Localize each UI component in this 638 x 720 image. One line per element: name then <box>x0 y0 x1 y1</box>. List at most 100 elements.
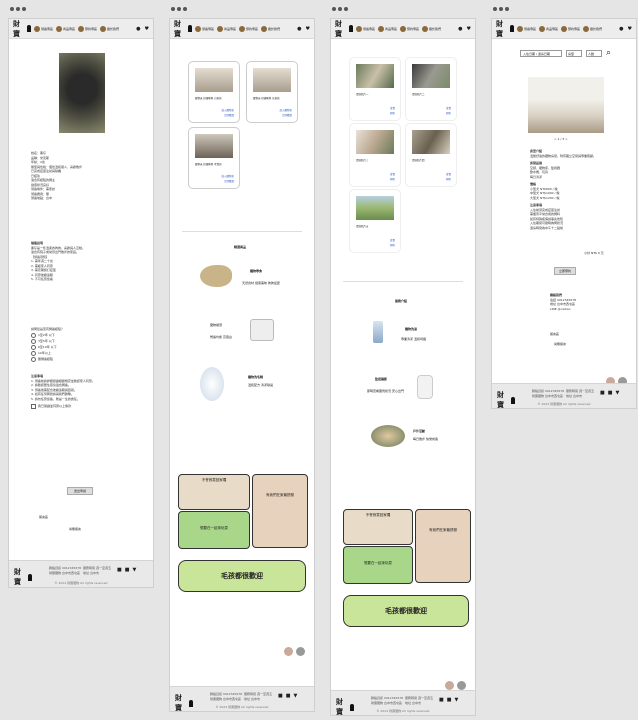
radio-option[interactable]: 10年以上 <box>31 350 64 356</box>
gallery-image <box>412 64 450 88</box>
chat-avatar-icon[interactable] <box>284 647 293 656</box>
ig-icon[interactable]: ■ <box>447 697 452 703</box>
dog-logo-icon <box>187 25 192 32</box>
product-image <box>195 134 233 158</box>
book-link[interactable]: 預約 <box>446 111 451 115</box>
nav-item[interactable]: 預約專區 <box>239 25 258 32</box>
nav-item[interactable]: 預約專區 <box>78 25 97 32</box>
ig-icon[interactable]: ■ <box>608 390 613 396</box>
nav-item[interactable]: 關於我們 <box>261 25 280 32</box>
nav-item[interactable]: 預約專區 <box>400 25 419 32</box>
line-icon[interactable]: ▼ <box>615 390 619 396</box>
chat-bubble-icon[interactable] <box>457 681 466 690</box>
chat-bubble-icon[interactable] <box>296 647 305 656</box>
nav-item[interactable]: 商品專區 <box>56 25 75 32</box>
footer-logo[interactable]: 財寶 <box>336 697 354 715</box>
product-card[interactable]: 寵物床 舒適睡墊 木質款 加入購物車 立即購買 <box>188 127 240 189</box>
nav-item[interactable]: 商品專區 <box>539 25 558 32</box>
view-link[interactable]: 查看 <box>390 238 395 242</box>
book-link[interactable]: 預約 <box>390 111 395 115</box>
heart-icon[interactable]: ♥ <box>628 26 632 32</box>
user-icon[interactable]: ● <box>297 26 301 32</box>
dog-logo-icon <box>348 25 353 32</box>
date-input[interactable]: 入住日期 / 退房日期 <box>520 50 562 57</box>
radio-option[interactable]: 1至2年 以下 <box>31 332 64 338</box>
user-icon[interactable]: ● <box>136 26 140 32</box>
logo[interactable]: 財寶 <box>496 19 514 39</box>
logo[interactable]: 財寶 <box>335 19 353 39</box>
nav-item[interactable]: 關於我們 <box>583 25 602 32</box>
fb-icon[interactable]: ■ <box>600 390 605 396</box>
buy-now-link[interactable]: 立即購買 <box>224 113 234 117</box>
view-link[interactable]: 查看 <box>390 106 395 110</box>
view-link[interactable]: 查看 <box>446 106 451 110</box>
user-icon[interactable]: ● <box>458 26 462 32</box>
search-icon[interactable]: ⌕ <box>606 48 611 58</box>
header: 財寶 領養專區 商品專區 預約專區 關於我們 ● ♥ <box>331 19 475 39</box>
submit-button[interactable]: 送出申請 <box>67 487 93 495</box>
view-link[interactable]: 查看 <box>390 172 395 176</box>
footer-logo[interactable]: 財寶 <box>497 390 515 408</box>
buy-now-link[interactable]: 立即購買 <box>224 179 234 183</box>
copyright: © 2024 財寶寵物 All rights reserved <box>215 705 269 709</box>
add-to-cart-link[interactable]: 加入購物車 <box>221 174 234 178</box>
nav-item[interactable]: 領養專區 <box>195 25 214 32</box>
fb-icon[interactable]: ■ <box>278 693 283 699</box>
gallery-card[interactable]: 環境照片四 查看 預約 <box>405 123 457 187</box>
nav-item[interactable]: 領養專區 <box>356 25 375 32</box>
product-image <box>253 68 291 92</box>
guests-select[interactable]: 人數 <box>586 50 602 57</box>
gallery-caption: 環境照片一 <box>356 93 369 96</box>
book-link[interactable]: 預約 <box>390 177 395 181</box>
fb-icon[interactable]: ■ <box>117 567 122 573</box>
fb-icon[interactable]: ■ <box>439 697 444 703</box>
gallery-card[interactable]: 環境照片二 查看 預約 <box>405 57 457 121</box>
dog-logo-icon <box>27 573 32 581</box>
chat-avatar-icon[interactable] <box>445 681 454 690</box>
footer: 財寶 聯絡資訊 0912345678 財寶寵物 台中市西屯區 服務時間 週一至週五… <box>170 686 314 711</box>
radio-option[interactable]: 3至5年 以下 <box>31 338 64 344</box>
nav-item[interactable]: 商品專區 <box>378 25 397 32</box>
gallery-card[interactable]: 環境照片五 查看 預約 <box>349 189 401 253</box>
book-link[interactable]: 預約 <box>446 177 451 181</box>
add-to-cart-link[interactable]: 加入購物車 <box>221 108 234 112</box>
radio-option[interactable]: 6至10年 以下 <box>31 344 64 350</box>
view-link[interactable]: 查看 <box>446 172 451 176</box>
ig-icon[interactable]: ■ <box>286 693 291 699</box>
heart-icon[interactable]: ♥ <box>467 26 471 32</box>
nav-avatar-icon <box>217 25 224 32</box>
room-type-select[interactable]: 房型 <box>566 50 582 57</box>
book-link[interactable]: 預約 <box>390 243 395 247</box>
nav-item[interactable]: 領養專區 <box>517 25 536 32</box>
footer-logo[interactable]: 財寶 <box>175 693 193 711</box>
notes: 注意事項 1. 領養前請詳細閱讀相關規定並確認家人同意。 2. 請確認居住環境適合… <box>31 374 135 410</box>
nav-item[interactable]: 領養專區 <box>34 25 53 32</box>
buy-now-link[interactable]: 立即購買 <box>282 113 292 117</box>
comment-hint: 尚無留言 <box>69 527 82 531</box>
line-icon[interactable]: ▼ <box>454 697 458 703</box>
ig-icon[interactable]: ■ <box>125 567 130 573</box>
book-now-button[interactable]: 立即預約 <box>554 267 576 275</box>
photo-pager[interactable]: < 1 / 3 > <box>554 137 568 141</box>
footer-contact: 聯絡資訊 0912345678 財寶寵物 台中市西屯區 <box>371 696 404 705</box>
heart-icon[interactable]: ♥ <box>145 26 149 32</box>
product-card[interactable]: 寵物床 舒適睡墊 灰色款 加入購物車 立即購買 <box>246 61 298 123</box>
radio-option[interactable]: 無飼養經驗 <box>31 356 64 362</box>
user-icon[interactable]: ● <box>619 26 623 32</box>
gallery-card[interactable]: 環境照片三 查看 預約 <box>349 123 401 187</box>
nav-item[interactable]: 關於我們 <box>422 25 441 32</box>
nav-item[interactable]: 商品專區 <box>217 25 236 32</box>
gallery-caption: 環境照片四 <box>412 159 425 162</box>
add-to-cart-link[interactable]: 加入購物車 <box>279 108 292 112</box>
nav-item[interactable]: 預約專區 <box>561 25 580 32</box>
gallery-card[interactable]: 環境照片一 查看 預約 <box>349 57 401 121</box>
logo[interactable]: 財寶 <box>174 19 192 39</box>
nav-item[interactable]: 關於我們 <box>100 25 119 32</box>
line-icon[interactable]: ▼ <box>293 693 297 699</box>
heart-icon[interactable]: ♥ <box>306 26 310 32</box>
logo[interactable]: 財寶 <box>13 19 31 39</box>
agree-checkbox[interactable]: 我已閱讀並同意以上條款 <box>31 404 135 409</box>
footer-hours: 服務時間 週一至週五 地址 台中市 <box>83 566 111 575</box>
product-card[interactable]: 寵物床 舒適睡墊 白色款 加入購物車 立即購買 <box>188 61 240 123</box>
line-icon[interactable]: ▼ <box>132 567 136 573</box>
